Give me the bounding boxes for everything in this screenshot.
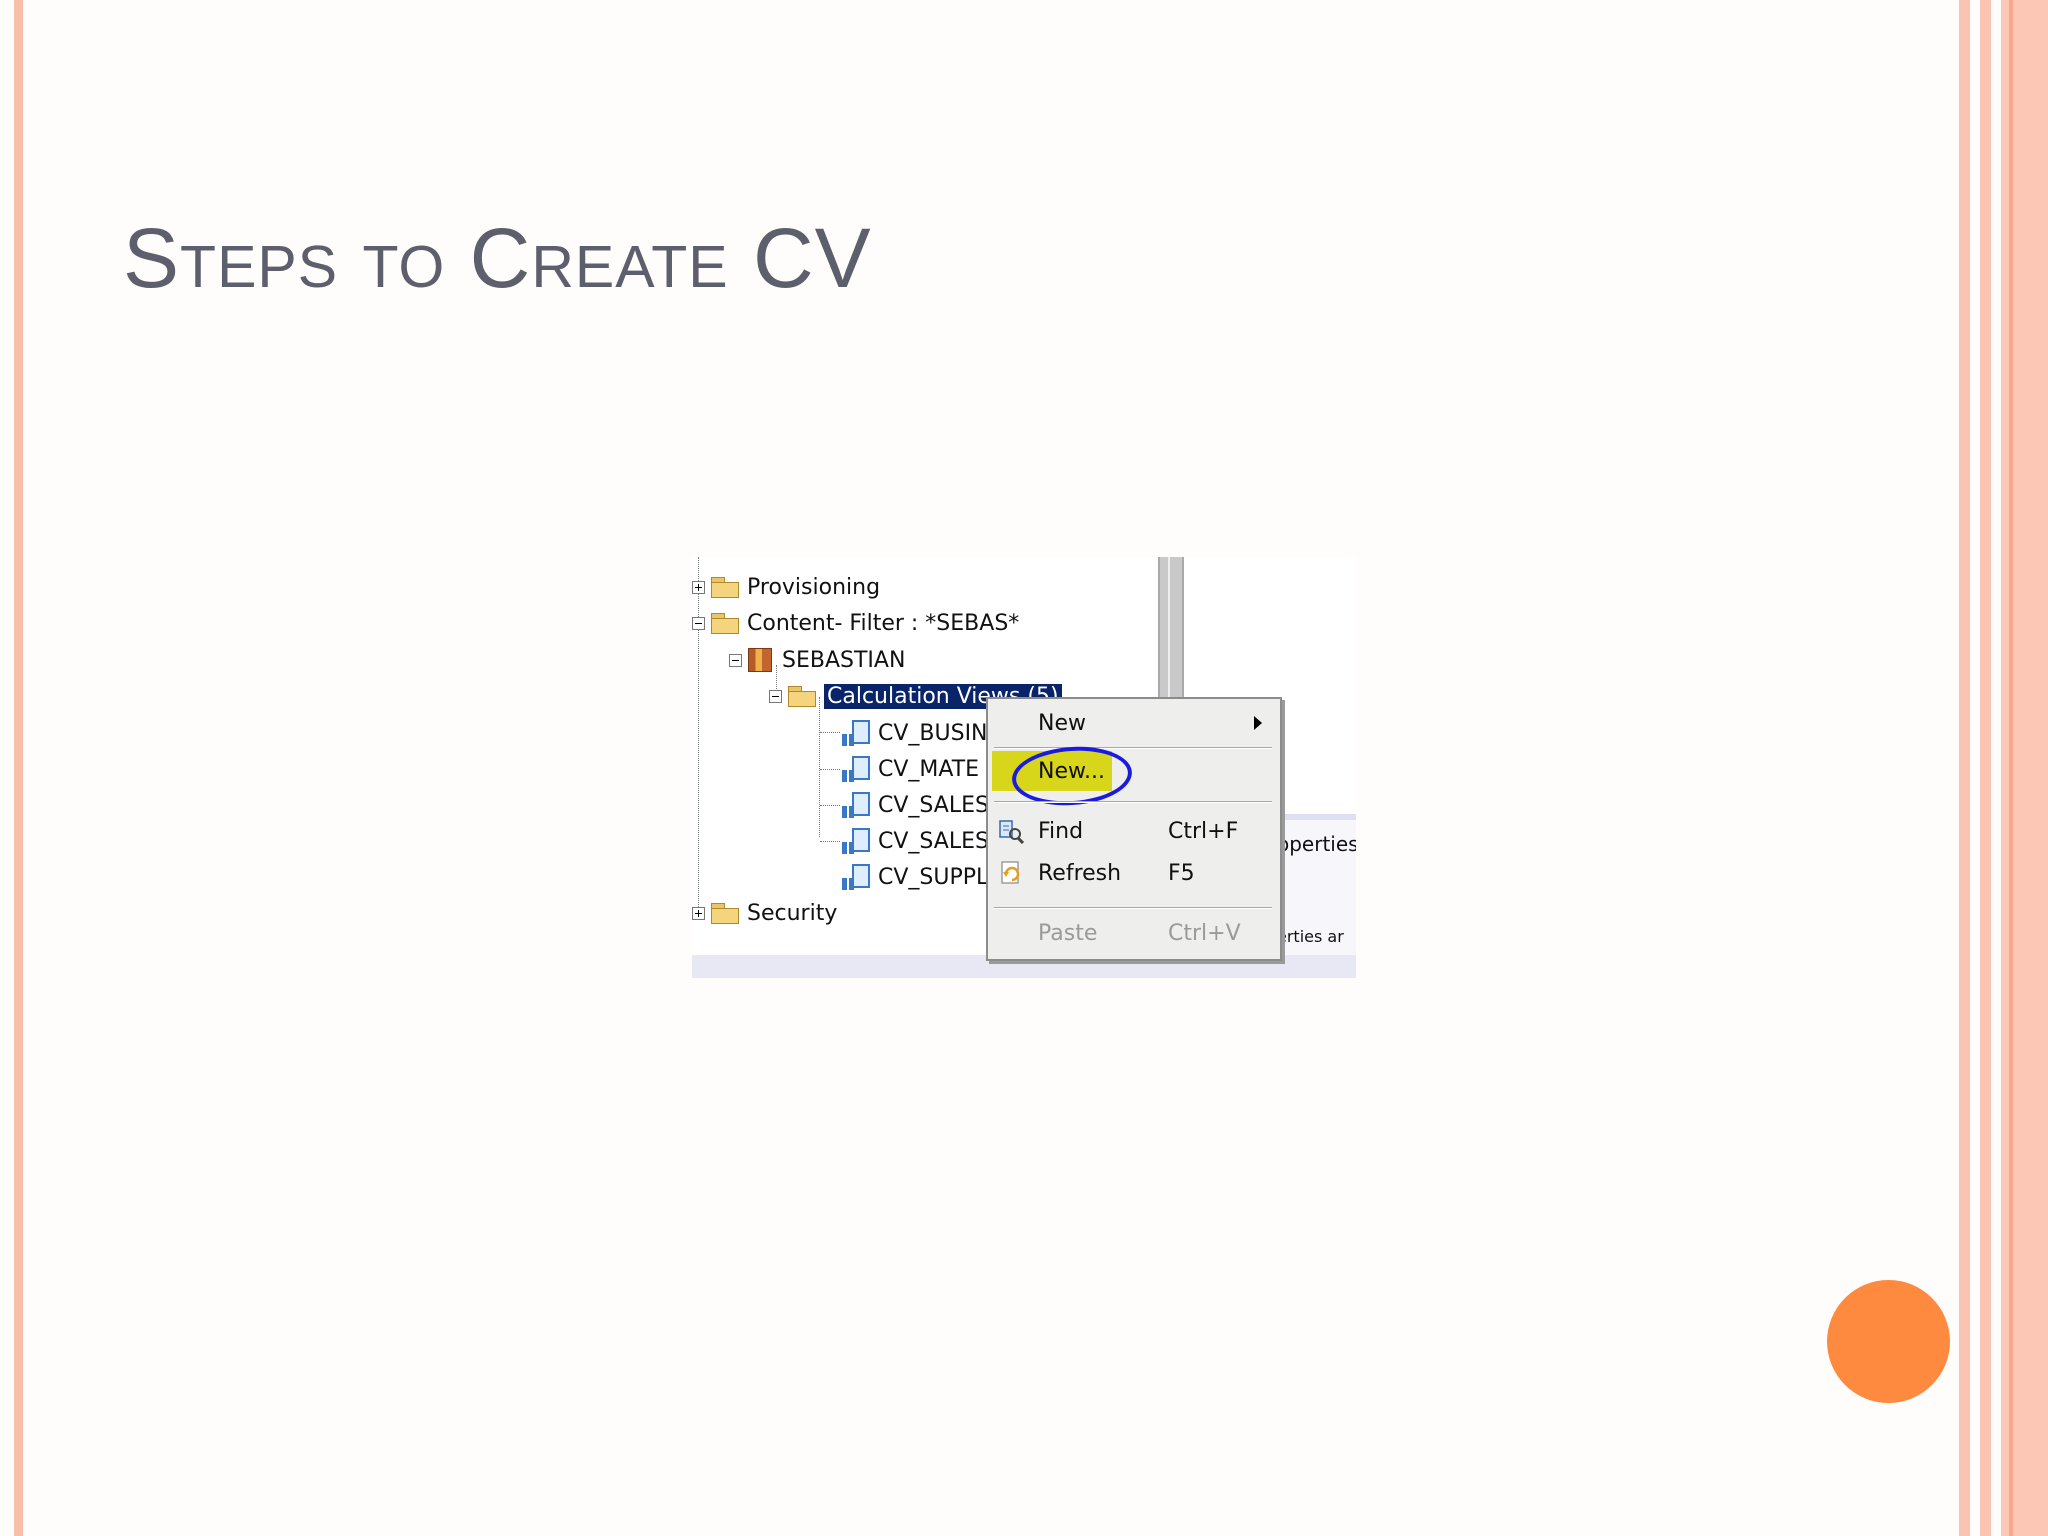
tree-line — [820, 769, 840, 770]
folder-icon — [711, 613, 739, 634]
menu-item-paste[interactable]: Paste Ctrl+V — [988, 915, 1280, 951]
scrollbar-gutter[interactable] — [1158, 557, 1184, 697]
collapse-icon[interactable] — [769, 689, 782, 703]
tree-item-security[interactable]: Security — [692, 898, 837, 928]
tree-item-label: CV_SALES — [878, 792, 989, 818]
tree-item-provisioning[interactable]: Provisioning — [692, 572, 880, 602]
tree-item-cv[interactable]: CV_SALES — [842, 826, 989, 856]
menu-separator — [994, 801, 1272, 803]
calculation-view-icon — [842, 756, 870, 782]
folder-icon — [711, 577, 739, 598]
collapse-icon[interactable] — [692, 616, 705, 630]
tree-item-cv[interactable]: CV_SALES — [842, 790, 989, 820]
menu-item-refresh[interactable]: Refresh F5 — [988, 855, 1280, 891]
slide-right-border-1 — [1959, 0, 1970, 1536]
tree-item-label: Security — [747, 900, 838, 926]
slide-right-border-3 — [2001, 0, 2048, 1536]
tree-item-label: CV_SUPPL — [878, 864, 989, 890]
menu-item-label: New — [1038, 710, 1086, 736]
slide-title: Steps to Create CV — [123, 211, 872, 305]
tree-line — [820, 841, 840, 842]
tree-item-content-filter[interactable]: Content- Filter : *SEBAS* — [692, 608, 1019, 638]
menu-item-shortcut: F5 — [1168, 860, 1195, 886]
calculation-view-icon — [842, 828, 870, 854]
menu-separator — [994, 907, 1272, 909]
tree-item-label: Provisioning — [747, 574, 881, 600]
tree-item-cv[interactable]: CV_MATE — [842, 754, 979, 784]
calculation-view-icon — [842, 720, 870, 746]
find-icon — [999, 820, 1024, 844]
expand-icon[interactable] — [692, 580, 705, 594]
decorative-orb — [1827, 1280, 1950, 1403]
tree-item-label: CV_BUSIN — [878, 720, 988, 746]
calculation-view-icon — [842, 792, 870, 818]
menu-item-shortcut: Ctrl+V — [1168, 920, 1241, 946]
collapse-icon[interactable] — [729, 653, 742, 667]
menu-item-new-submenu[interactable]: New — [988, 705, 1280, 741]
submenu-arrow-icon — [1254, 716, 1262, 730]
menu-separator — [994, 747, 1272, 749]
folder-open-icon — [788, 686, 816, 707]
tree-item-label: CV_MATE — [878, 756, 980, 782]
slide-right-border-2 — [1980, 0, 1991, 1536]
expand-icon[interactable] — [692, 906, 705, 920]
menu-item-label: Find — [1038, 818, 1084, 844]
menu-item-label: Paste — [1038, 920, 1098, 946]
refresh-icon — [1001, 861, 1020, 884]
tree-item-label: Content- Filter : *SEBAS* — [747, 610, 1020, 636]
menu-item-find[interactable]: Find Ctrl+F — [988, 813, 1280, 849]
tree-line — [819, 697, 820, 837]
tree-line — [820, 732, 840, 733]
context-menu: New New... Find Ctrl+F Refresh F5 Paste … — [986, 697, 1282, 961]
tree-item-label: SEBASTIAN — [782, 647, 906, 673]
tree-line — [820, 805, 840, 806]
slide-left-border — [14, 0, 23, 1536]
menu-item-shortcut: Ctrl+F — [1168, 818, 1239, 844]
tree-item-cv[interactable]: CV_SUPPL — [842, 862, 988, 892]
package-icon — [748, 648, 772, 672]
folder-icon — [711, 903, 739, 924]
menu-item-label: Refresh — [1038, 860, 1122, 886]
tree-item-cv[interactable]: CV_BUSIN — [842, 718, 988, 748]
properties-text: erties ar — [1277, 927, 1344, 946]
tree-item-sebastian[interactable]: SEBASTIAN — [729, 645, 905, 675]
calculation-view-icon — [842, 864, 870, 890]
tree-item-label: CV_SALES — [878, 828, 989, 854]
properties-tab-label[interactable]: operties — [1277, 832, 1356, 856]
